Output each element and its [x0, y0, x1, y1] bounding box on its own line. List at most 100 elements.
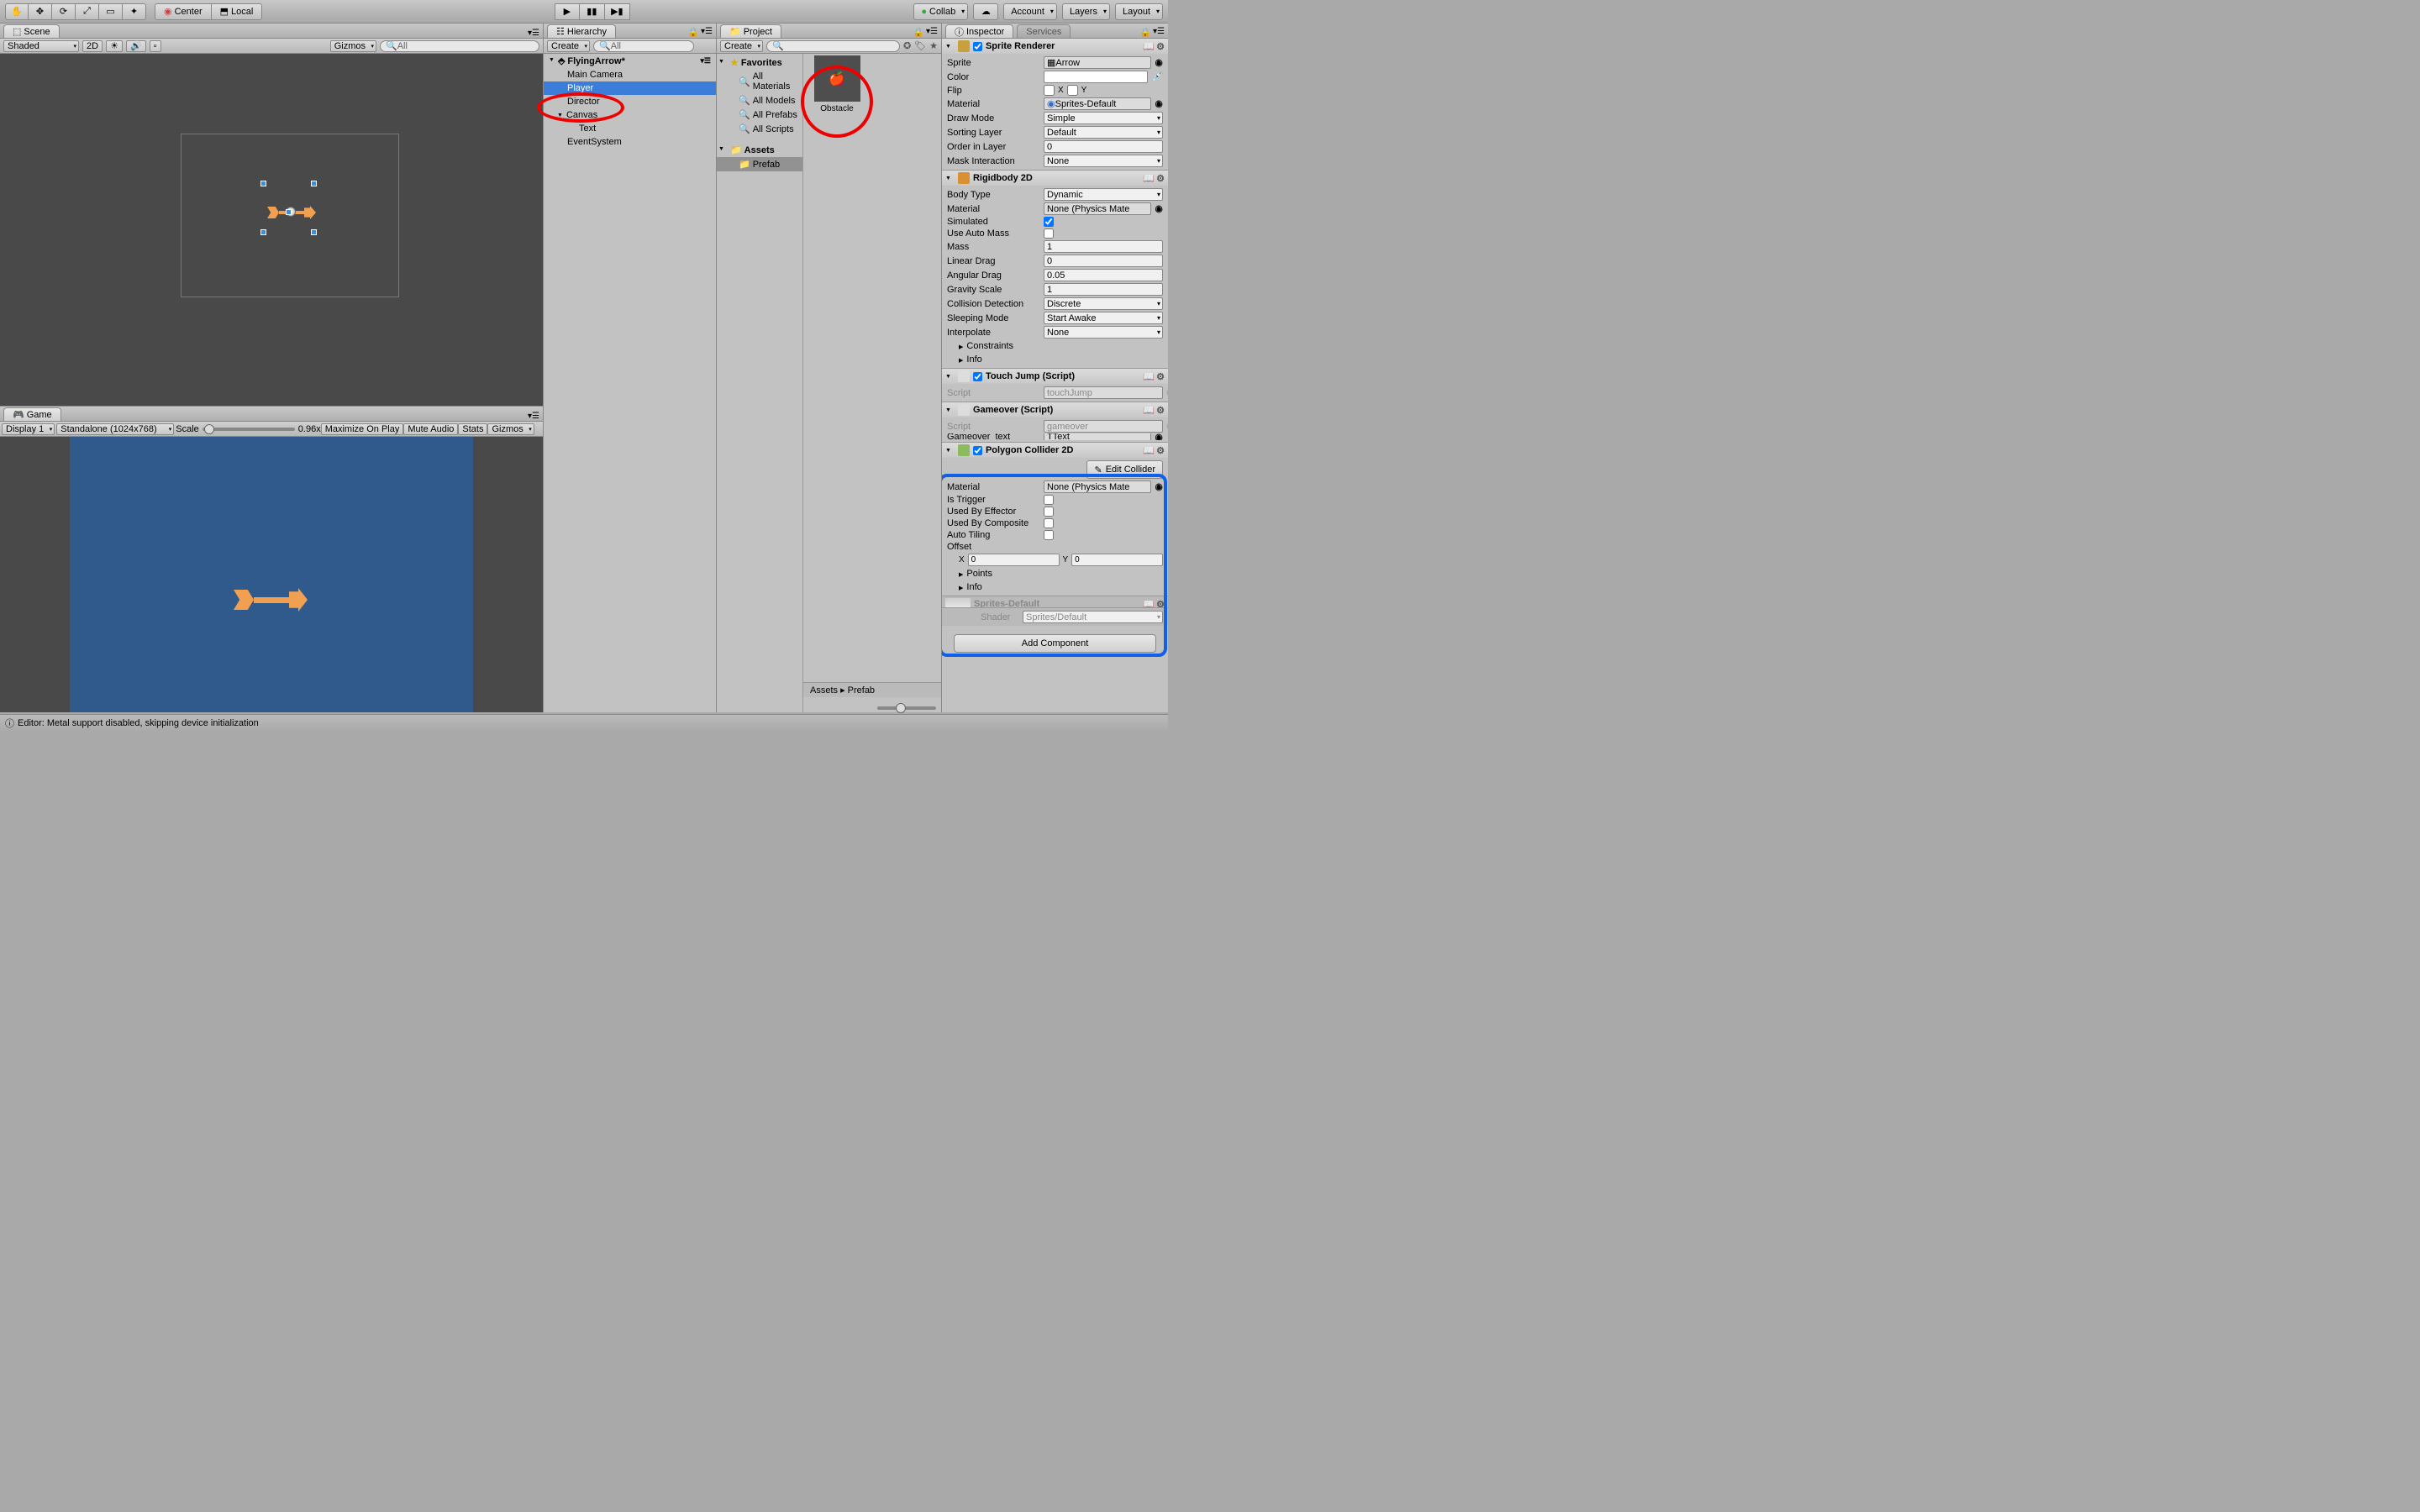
collider-material-field[interactable]: None (Physics Mate [1044, 480, 1151, 493]
stats-toggle[interactable]: Stats [458, 423, 487, 435]
panel-menu-icon[interactable]: ▾☰ [701, 27, 713, 38]
drawmode-dropdown[interactable]: Simple [1044, 112, 1163, 124]
panel-menu-icon[interactable]: ▾☰ [1153, 27, 1165, 38]
player-gizmo[interactable] [267, 206, 316, 219]
trigger-checkbox[interactable] [1044, 495, 1054, 505]
lock-icon[interactable]: 🔒 [913, 27, 924, 38]
pause-button[interactable]: ▮▮ [580, 3, 605, 20]
offset-x-field[interactable]: 0 [968, 554, 1060, 566]
hierarchy-tree[interactable]: ⬘FlyingArrow*▾☰ Main Camera Player Direc… [544, 54, 716, 712]
hierarchy-item-player[interactable]: Player [544, 81, 716, 95]
prefab-obstacle[interactable]: 🍎 Obstacle [812, 55, 862, 113]
rigidbody-header[interactable]: Rigidbody 2D📖⚙ [942, 171, 1168, 186]
constraints-foldout[interactable]: Constraints [947, 339, 1163, 353]
prefab-folder[interactable]: 📁Prefab [717, 157, 802, 171]
project-breadcrumb[interactable]: Assets ▸ Prefab [803, 682, 941, 697]
info-foldout[interactable]: Info [947, 353, 1163, 366]
scale-slider[interactable] [203, 428, 295, 431]
pivot-local-button[interactable]: ⬒Local [212, 3, 263, 20]
collab-button[interactable]: ●Collab [913, 3, 968, 20]
effector-checkbox[interactable] [1044, 507, 1054, 517]
display-dropdown[interactable]: Display 1 [2, 423, 55, 435]
tab-game[interactable]: 🎮Game [3, 407, 61, 421]
mask-dropdown[interactable]: None [1044, 155, 1163, 167]
touchjump-header[interactable]: Touch Jump (Script)📖⚙ [942, 369, 1168, 384]
go-text-field[interactable]: TText [1044, 433, 1151, 440]
hand-tool[interactable]: ✋ [5, 3, 29, 20]
tab-hierarchy[interactable]: ☷Hierarchy [547, 24, 616, 38]
polygon-info-foldout[interactable]: Info [947, 580, 1163, 594]
scale-tool[interactable]: ⤢ [76, 3, 99, 20]
account-dropdown[interactable]: Account [1003, 3, 1057, 20]
scene-search[interactable]: 🔍All [380, 40, 539, 52]
rb-material-field[interactable]: None (Physics Mate [1044, 202, 1151, 215]
create-dropdown[interactable]: Create [547, 40, 590, 52]
automass-checkbox[interactable] [1044, 228, 1054, 239]
panel-menu-icon[interactable]: ▾☰ [528, 412, 539, 421]
fx-toggle[interactable]: ▫ [150, 40, 161, 52]
move-tool[interactable]: ✥ [29, 3, 52, 20]
autotile-checkbox[interactable] [1044, 530, 1054, 540]
tab-services[interactable]: Services [1017, 24, 1071, 38]
lock-icon[interactable]: 🔒 [687, 27, 699, 38]
maximize-toggle[interactable]: Maximize On Play [321, 423, 404, 435]
star-icon[interactable]: ★ [929, 40, 938, 51]
orderlayer-field[interactable]: 0 [1044, 140, 1163, 153]
shading-dropdown[interactable]: Shaded [3, 40, 79, 52]
assets-folder[interactable]: 📁Assets [717, 143, 802, 157]
gear-icon[interactable]: ⚙ [1156, 445, 1165, 456]
fav-models[interactable]: 🔍All Models [717, 93, 802, 108]
component-enable-toggle[interactable] [973, 42, 982, 51]
polygon-header[interactable]: Polygon Collider 2D📖⚙ [942, 443, 1168, 458]
collision-dropdown[interactable]: Discrete [1044, 297, 1163, 310]
hierarchy-search[interactable]: 🔍All [593, 40, 694, 52]
step-button[interactable]: ▶▮ [605, 3, 630, 20]
mass-field[interactable]: 1 [1044, 240, 1163, 253]
gear-icon[interactable]: ⚙ [1156, 599, 1165, 609]
component-enable-toggle[interactable] [973, 446, 982, 455]
composite-checkbox[interactable] [1044, 518, 1054, 528]
layers-dropdown[interactable]: Layers [1062, 3, 1110, 20]
audio-toggle[interactable]: 🔊 [126, 40, 146, 52]
rect-tool[interactable]: ▭ [99, 3, 123, 20]
points-foldout[interactable]: Points [947, 567, 1163, 580]
lighting-toggle[interactable]: ☀ [106, 40, 123, 52]
tab-project[interactable]: 📁Project [720, 24, 781, 38]
help-icon[interactable]: 📖 [1143, 371, 1155, 382]
favorites-folder[interactable]: ★Favorites [717, 55, 802, 70]
filter-icon[interactable]: ✪ [903, 40, 911, 51]
lock-icon[interactable]: 🔒 [1139, 27, 1151, 38]
scene-viewport[interactable] [0, 54, 543, 406]
tab-scene[interactable]: ⬚Scene [3, 24, 60, 38]
simulated-checkbox[interactable] [1044, 217, 1054, 227]
hierarchy-item-maincamera[interactable]: Main Camera [544, 68, 716, 81]
gameover-header[interactable]: Gameover (Script)📖⚙ [942, 402, 1168, 417]
hierarchy-item-director[interactable]: Director [544, 95, 716, 108]
2d-toggle[interactable]: 2D [82, 40, 103, 52]
material-field[interactable]: ◉Sprites-Default [1044, 97, 1151, 110]
gear-icon[interactable]: ⚙ [1156, 405, 1165, 416]
lineardrag-field[interactable]: 0 [1044, 255, 1163, 267]
play-button[interactable]: ▶ [555, 3, 580, 20]
gear-icon[interactable]: ⚙ [1156, 173, 1165, 184]
edit-collider-button[interactable]: ✎Edit Collider [1086, 460, 1163, 479]
component-enable-toggle[interactable] [973, 372, 982, 381]
gizmos-dropdown[interactable]: Gizmos [330, 40, 376, 52]
sleep-dropdown[interactable]: Start Awake [1044, 312, 1163, 324]
project-grid[interactable]: 🍎 Obstacle [803, 54, 941, 712]
sprite-renderer-header[interactable]: Sprite Renderer📖⚙ [942, 39, 1168, 54]
panel-menu-icon[interactable]: ▾☰ [528, 29, 539, 38]
game-gizmos-dropdown[interactable]: Gizmos [487, 423, 534, 435]
flip-x-checkbox[interactable] [1044, 85, 1055, 96]
inspector-body[interactable]: Sprite Renderer📖⚙ Sprite▦Arrow◉ Color💉 F… [942, 39, 1168, 712]
help-icon[interactable]: 📖 [1143, 41, 1155, 52]
hierarchy-item-canvas[interactable]: Canvas [544, 108, 716, 122]
interpolate-dropdown[interactable]: None [1044, 326, 1163, 339]
sprite-field[interactable]: ▦Arrow [1044, 56, 1151, 69]
tag-icon[interactable]: 🏷 [914, 40, 926, 51]
thumb-size-slider[interactable] [877, 706, 936, 710]
fav-scripts[interactable]: 🔍All Scripts [717, 122, 802, 136]
eyedropper-icon[interactable]: 💉 [1151, 71, 1163, 82]
project-tree[interactable]: ★Favorites 🔍All Materials 🔍All Models 🔍A… [717, 54, 803, 712]
help-icon[interactable]: 📖 [1143, 405, 1155, 416]
